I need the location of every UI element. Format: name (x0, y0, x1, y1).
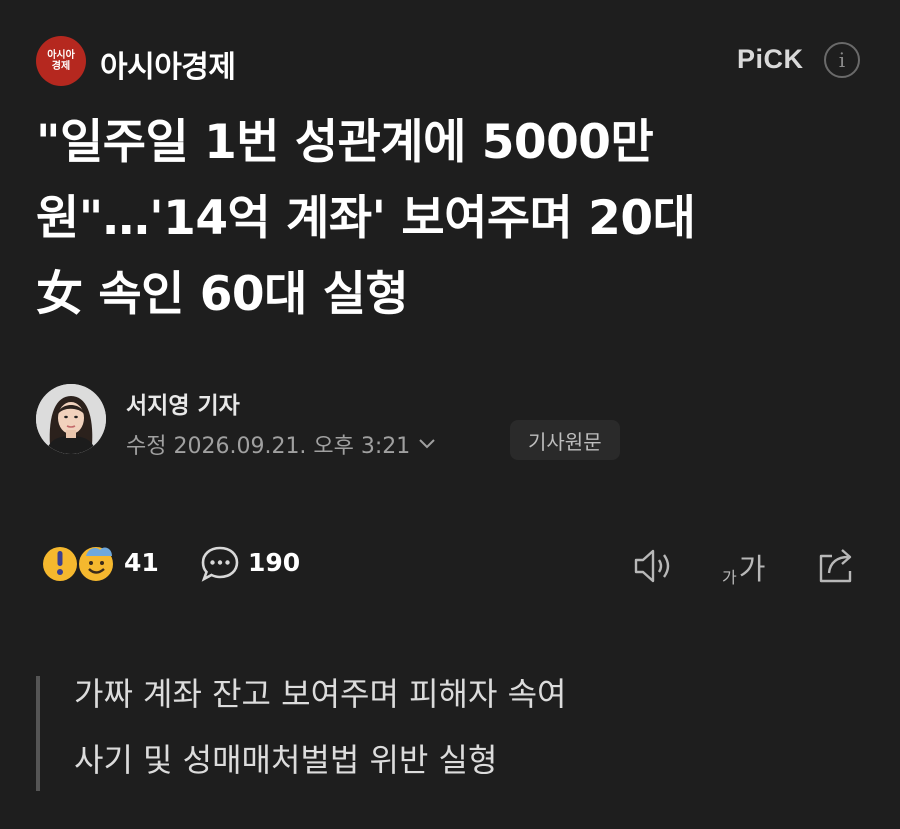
author-name[interactable]: 서지영 기자 (126, 386, 240, 420)
headline-line: 원"…'14억 계좌' 보여주며 20대 (36, 191, 696, 246)
press-logo-text-1: 아시아 (47, 50, 75, 61)
summary-line: 가짜 계좌 잔고 보여주며 피해자 속여 (74, 675, 567, 713)
comment-count[interactable]: 190 (248, 548, 300, 577)
reaction-emoji-icons[interactable] (42, 542, 120, 586)
reaction-count[interactable]: 41 (124, 548, 159, 577)
surprised-emoji-icon (43, 547, 77, 581)
avatar[interactable] (36, 384, 106, 454)
info-icon[interactable]: i (824, 42, 860, 78)
headline-line: "일주일 1번 성관계에 5000만 (36, 115, 654, 170)
article-toolbar: 41 190 가 가 (0, 540, 900, 590)
comment-bubble-icon[interactable] (200, 545, 240, 583)
press-name[interactable]: 아시아경제 (100, 42, 236, 86)
byline: 서지영 기자 수정 2026.09.21. 오후 3:21 기사원문 (36, 384, 866, 464)
smile-emoji-icon (77, 545, 115, 583)
press-logo-text-2: 경제 (51, 61, 71, 72)
speaker-icon[interactable] (632, 546, 676, 586)
summary-line: 사기 및 성매매처벌법 위반 실형 (74, 741, 498, 779)
font-size-small-label: 가 (722, 568, 737, 587)
date-text: 수정 2026.09.21. 오후 3:21 (126, 434, 411, 459)
page-title: "일주일 1번 성관계에 5000만 원"…'14억 계좌' 보여주며 20대 … (36, 105, 866, 333)
share-icon[interactable] (816, 544, 858, 586)
article-summary: 가짜 계좌 잔고 보여주며 피해자 속여 사기 및 성매매처벌법 위반 실형 (36, 676, 866, 791)
original-article-button[interactable]: 기사원문 (510, 420, 620, 460)
article-date[interactable]: 수정 2026.09.21. 오후 3:21 (126, 428, 436, 460)
article-header: 아시아 경제 아시아경제 PiCK i (0, 30, 900, 90)
press-logo[interactable]: 아시아 경제 (36, 36, 86, 86)
font-size-big-label: 가 (738, 552, 766, 586)
chevron-down-icon (419, 439, 436, 449)
pick-label: PiCK (737, 44, 804, 74)
headline-line: 女 속인 60대 실형 (36, 267, 409, 322)
font-size-button[interactable]: 가 가 (722, 546, 765, 588)
